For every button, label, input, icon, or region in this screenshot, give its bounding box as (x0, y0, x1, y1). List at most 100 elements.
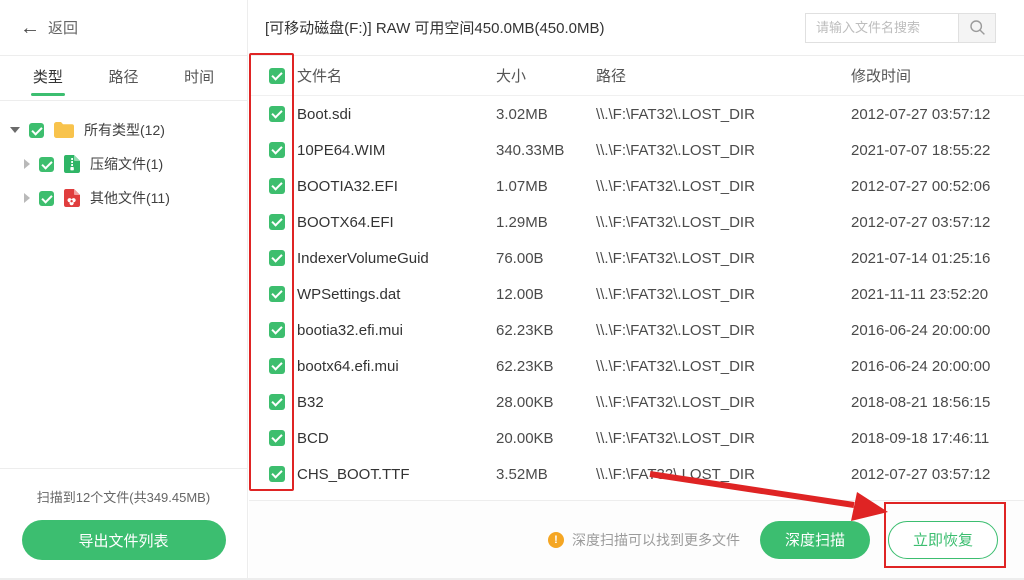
file-modified-cell: 2012-07-27 03:57:12 (851, 106, 1024, 123)
row-checkbox[interactable] (269, 394, 285, 410)
column-header-path[interactable]: 路径 (596, 65, 851, 86)
file-name-cell: IndexerVolumeGuid (297, 250, 496, 267)
scan-summary: 扫描到12个文件(共349.45MB) (0, 487, 247, 506)
checkbox-archive-files[interactable] (39, 157, 54, 172)
search-icon (969, 19, 986, 36)
file-modified-cell: 2021-07-14 01:25:16 (851, 250, 1024, 267)
back-button[interactable]: ← 返回 (20, 17, 78, 38)
column-header-size[interactable]: 大小 (496, 65, 596, 86)
file-name-cell: bootx64.efi.mui (297, 358, 496, 375)
checkbox-other-files[interactable] (39, 191, 54, 206)
file-size-cell: 1.29MB (496, 214, 596, 231)
file-name-cell: bootia32.efi.mui (297, 322, 496, 339)
file-name-cell: B32 (297, 394, 496, 411)
table-row[interactable]: WPSettings.dat 12.00B \\.\F:\FAT32\.LOST… (249, 276, 1024, 312)
file-modified-cell: 2012-07-27 03:57:12 (851, 466, 1024, 483)
sidebar: ← 返回 类型 路径 时间 所有类型(12) (0, 0, 248, 578)
row-check-cell (249, 430, 297, 446)
select-all-cell (249, 68, 297, 84)
drive-title: [可移动磁盘(F:)] RAW 可用空间450.0MB(450.0MB) (265, 17, 805, 38)
file-name-cell: BOOTIA32.EFI (297, 178, 496, 195)
back-label: 返回 (48, 17, 78, 38)
row-checkbox[interactable] (269, 322, 285, 338)
row-check-cell (249, 466, 297, 482)
file-recovery-window: ← 返回 类型 路径 时间 所有类型(12) (0, 0, 1024, 580)
search-button[interactable] (958, 13, 996, 43)
row-check-cell (249, 322, 297, 338)
column-header-name[interactable]: 文件名 (297, 65, 496, 86)
file-path-cell: \\.\F:\FAT32\.LOST_DIR (596, 286, 851, 303)
select-all-checkbox[interactable] (269, 68, 285, 84)
table-row[interactable]: bootia32.efi.mui 62.23KB \\.\F:\FAT32\.L… (249, 312, 1024, 348)
file-type-tree: 所有类型(12) 压缩文件(1) (0, 101, 247, 468)
table-row[interactable]: 10PE64.WIM 340.33MB \\.\F:\FAT32\.LOST_D… (249, 132, 1024, 168)
file-name-cell: 10PE64.WIM (297, 142, 496, 159)
row-check-cell (249, 142, 297, 158)
tab-type[interactable]: 类型 (10, 56, 86, 100)
search-bar (805, 13, 996, 43)
file-name-cell: BCD (297, 430, 496, 447)
file-path-cell: \\.\F:\FAT32\.LOST_DIR (596, 466, 851, 483)
file-size-cell: 20.00KB (496, 430, 596, 447)
recover-now-button[interactable]: 立即恢复 (888, 521, 998, 559)
table-row[interactable]: B32 28.00KB \\.\F:\FAT32\.LOST_DIR 2018-… (249, 384, 1024, 420)
file-size-cell: 12.00B (496, 286, 596, 303)
search-input[interactable] (805, 13, 958, 43)
row-checkbox[interactable] (269, 466, 285, 482)
table-row[interactable]: IndexerVolumeGuid 76.00B \\.\F:\FAT32\.L… (249, 240, 1024, 276)
row-checkbox[interactable] (269, 106, 285, 122)
tree-item-all-types[interactable]: 所有类型(12) (0, 113, 247, 147)
table-row[interactable]: BOOTX64.EFI 1.29MB \\.\F:\FAT32\.LOST_DI… (249, 204, 1024, 240)
file-path-cell: \\.\F:\FAT32\.LOST_DIR (596, 142, 851, 159)
file-name-cell: Boot.sdi (297, 106, 496, 123)
main-header: [可移动磁盘(F:)] RAW 可用空间450.0MB(450.0MB) (249, 0, 1024, 56)
checkbox-all-types[interactable] (29, 123, 44, 138)
row-check-cell (249, 286, 297, 302)
tab-time[interactable]: 时间 (161, 56, 237, 100)
tree-item-archive-files[interactable]: 压缩文件(1) (0, 147, 247, 181)
file-modified-cell: 2016-06-24 20:00:00 (851, 322, 1024, 339)
action-footer: ! 深度扫描可以找到更多文件 深度扫描 立即恢复 (249, 500, 1024, 578)
row-checkbox[interactable] (269, 286, 285, 302)
file-modified-cell: 2016-06-24 20:00:00 (851, 358, 1024, 375)
table-header: 文件名 大小 路径 修改时间 (249, 56, 1024, 96)
row-checkbox[interactable] (269, 214, 285, 230)
file-modified-cell: 2021-11-11 23:52:20 (851, 286, 1024, 303)
tab-path[interactable]: 路径 (86, 56, 162, 100)
file-path-cell: \\.\F:\FAT32\.LOST_DIR (596, 214, 851, 231)
file-table-body: Boot.sdi 3.02MB \\.\F:\FAT32\.LOST_DIR 2… (249, 96, 1024, 492)
table-row[interactable]: CHS_BOOT.TTF 3.52MB \\.\F:\FAT32\.LOST_D… (249, 456, 1024, 492)
file-size-cell: 3.52MB (496, 466, 596, 483)
file-modified-cell: 2012-07-27 03:57:12 (851, 214, 1024, 231)
table-row[interactable]: bootx64.efi.mui 62.23KB \\.\F:\FAT32\.LO… (249, 348, 1024, 384)
caret-down-icon[interactable] (10, 127, 20, 133)
row-check-cell (249, 214, 297, 230)
back-arrow-icon: ← (20, 18, 40, 38)
column-header-modified[interactable]: 修改时间 (851, 65, 1024, 86)
file-name-cell: WPSettings.dat (297, 286, 496, 303)
file-name-cell: CHS_BOOT.TTF (297, 466, 496, 483)
tree-item-other-files[interactable]: 其他文件(11) (0, 181, 247, 215)
row-checkbox[interactable] (269, 250, 285, 266)
file-size-cell: 62.23KB (496, 358, 596, 375)
table-row[interactable]: Boot.sdi 3.02MB \\.\F:\FAT32\.LOST_DIR 2… (249, 96, 1024, 132)
tree-item-label: 其他文件(11) (90, 188, 170, 208)
row-check-cell (249, 358, 297, 374)
file-modified-cell: 2021-07-07 18:55:22 (851, 142, 1024, 159)
export-file-list-button[interactable]: 导出文件列表 (22, 520, 226, 560)
caret-right-icon[interactable] (24, 159, 30, 169)
table-row[interactable]: BCD 20.00KB \\.\F:\FAT32\.LOST_DIR 2018-… (249, 420, 1024, 456)
row-check-cell (249, 106, 297, 122)
row-checkbox[interactable] (269, 358, 285, 374)
table-row[interactable]: BOOTIA32.EFI 1.07MB \\.\F:\FAT32\.LOST_D… (249, 168, 1024, 204)
deep-scan-button[interactable]: 深度扫描 (760, 521, 870, 559)
row-checkbox[interactable] (269, 142, 285, 158)
deep-scan-hint: 深度扫描可以找到更多文件 (572, 530, 740, 550)
file-modified-cell: 2018-08-21 18:56:15 (851, 394, 1024, 411)
row-checkbox[interactable] (269, 430, 285, 446)
file-size-cell: 76.00B (496, 250, 596, 267)
file-path-cell: \\.\F:\FAT32\.LOST_DIR (596, 394, 851, 411)
row-checkbox[interactable] (269, 178, 285, 194)
sidebar-tabs: 类型 路径 时间 (0, 56, 247, 101)
caret-right-icon[interactable] (24, 193, 30, 203)
